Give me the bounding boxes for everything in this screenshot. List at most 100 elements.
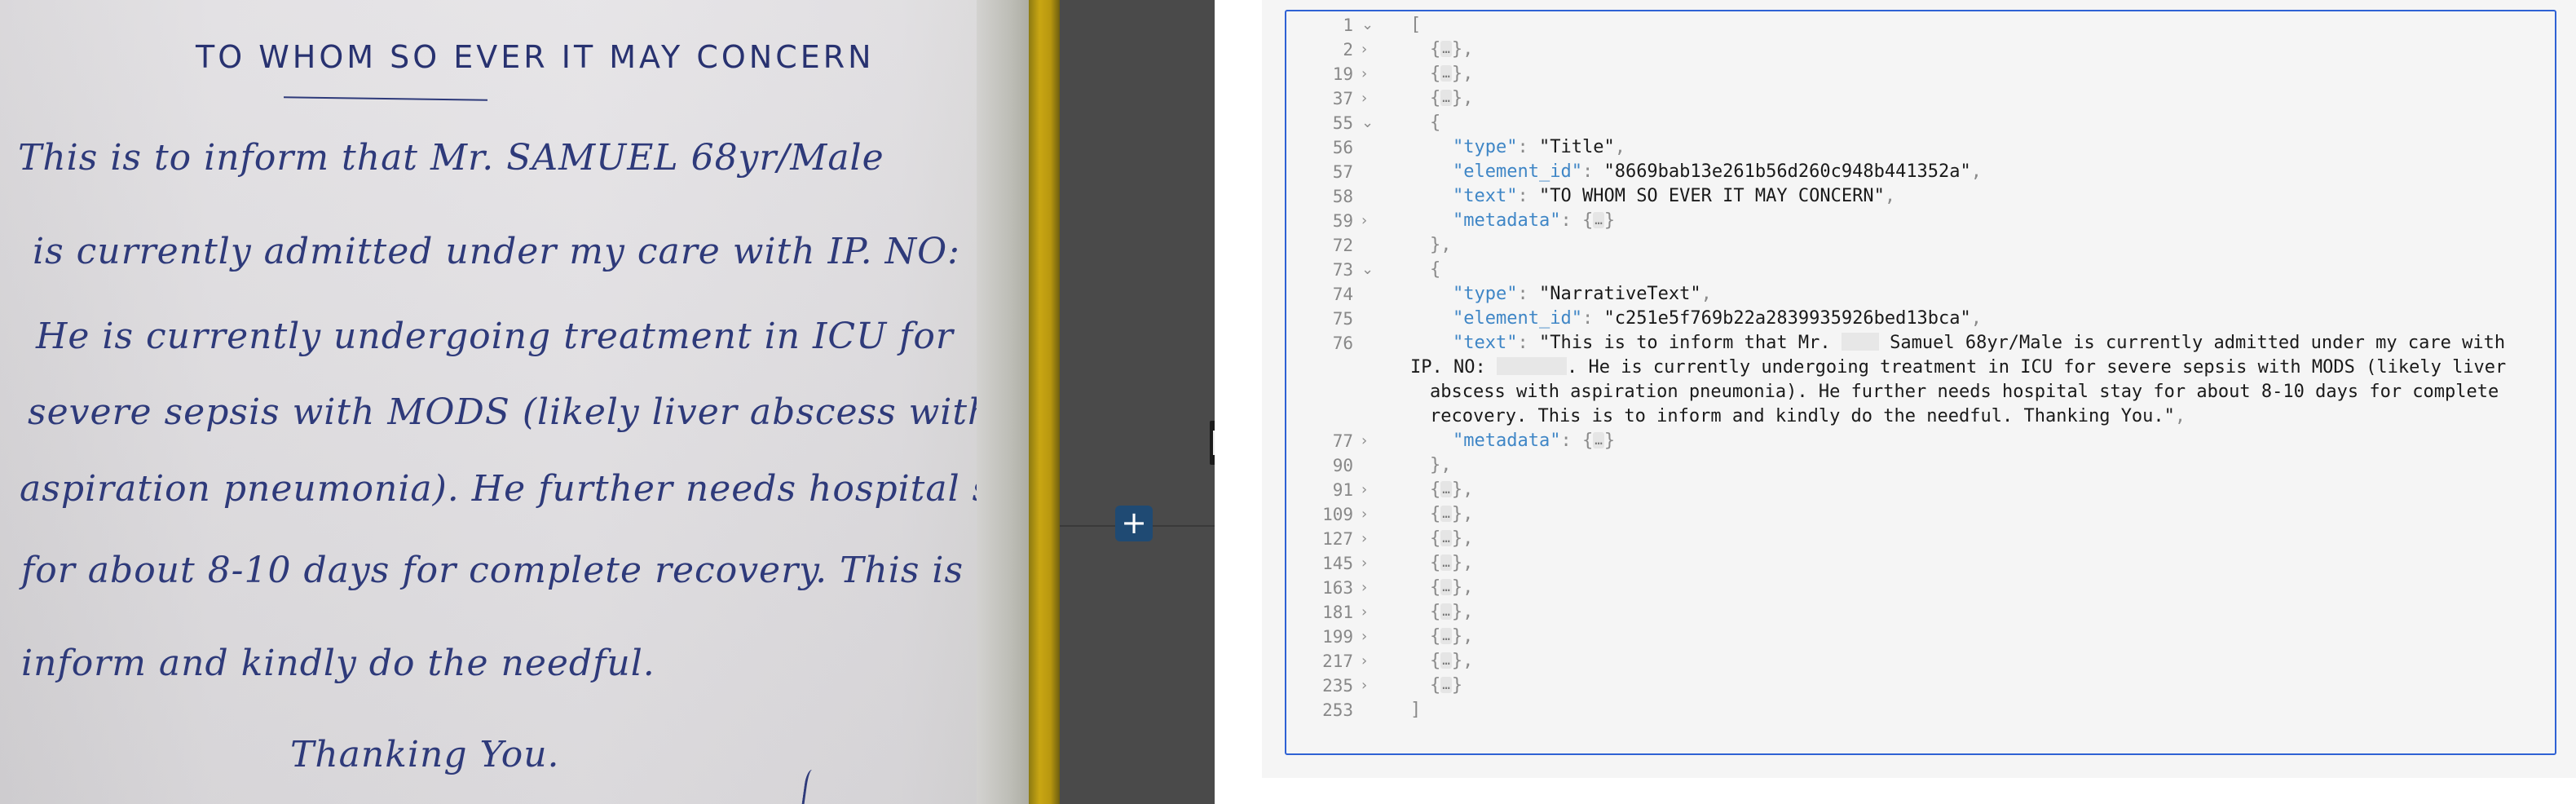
line-number: 1	[1343, 15, 1353, 35]
collapsed-ellipsis[interactable]: …	[1593, 212, 1604, 228]
json-line: 75 "element_id": "c251e5f769b22a28399359…	[1286, 307, 2555, 331]
line-number: 58	[1332, 187, 1353, 206]
json-viewer[interactable]: 1 ⌄ [ 2 › {…}, 19 › {…}, 37 › {…}, 55 ⌄ …	[1285, 10, 2556, 755]
chevron-right-icon[interactable]: ›	[1361, 429, 1378, 453]
json-line: 76 "text": "This is to inform that Mr. S…	[1286, 331, 2555, 356]
narrative-element-id-value: "c251e5f769b22a2839935926bed13bca"	[1603, 308, 1971, 329]
json-wrapped-line: recovery. This is to inform and kindly d…	[1430, 406, 2186, 426]
json-line: 91 › {…},	[1286, 478, 2555, 502]
handwritten-line-7: inform and kindly do the needful.	[21, 643, 655, 684]
collapsed-ellipsis[interactable]: …	[1440, 554, 1452, 571]
collapsed-ellipsis[interactable]: …	[1440, 652, 1452, 669]
collapsed-object[interactable]: {…},	[1430, 600, 1473, 625]
collapsed-object[interactable]: {…},	[1430, 551, 1473, 576]
handwritten-line-3: He is currently undergoing treatment in …	[36, 316, 954, 357]
collapsed-ellipsis[interactable]: …	[1440, 579, 1452, 595]
collapsed-ellipsis[interactable]: …	[1440, 481, 1452, 497]
json-viewer-pane: 1 ⌄ [ 2 › {…}, 19 › {…}, 37 › {…}, 55 ⌄ …	[1215, 0, 2576, 804]
chevron-right-icon[interactable]: ›	[1361, 38, 1378, 62]
collapsed-ellipsis[interactable]: …	[1440, 41, 1452, 57]
collapsed-ellipsis[interactable]: …	[1440, 90, 1452, 106]
line-number: 145	[1322, 554, 1353, 573]
collapsed-object[interactable]: {…},	[1430, 478, 1473, 502]
chevron-down-icon[interactable]: ⌄	[1361, 258, 1378, 282]
line-number: 90	[1332, 456, 1353, 475]
collapsed-ellipsis[interactable]: …	[1440, 506, 1452, 522]
chevron-down-icon[interactable]: ⌄	[1361, 111, 1378, 135]
collapsed-ellipsis[interactable]: …	[1440, 603, 1452, 620]
json-line: 57 "element_id": "8669bab13e261b56d260c9…	[1286, 160, 2555, 184]
json-line: 235 › {…}	[1286, 674, 2555, 698]
chevron-right-icon[interactable]: ›	[1361, 674, 1378, 698]
collapsed-ellipsis[interactable]: …	[1440, 677, 1452, 693]
collapsed-object[interactable]: {…},	[1430, 527, 1473, 551]
canvas-background	[1060, 0, 1215, 804]
json-line: 58 "text": "TO WHOM SO EVER IT MAY CONCE…	[1286, 184, 2555, 209]
narrative-text-value-part: . He is currently undergoing treatment i…	[1566, 357, 2507, 378]
chevron-right-icon[interactable]: ›	[1361, 478, 1378, 502]
json-line: 109 › {…},	[1286, 502, 2555, 527]
json-key: "element_id"	[1453, 161, 1582, 182]
collapsed-ellipsis[interactable]: …	[1593, 432, 1604, 448]
title-type-value: "Title"	[1538, 137, 1615, 157]
line-number: 55	[1332, 113, 1353, 133]
handwritten-line-2: is currently admitted under my care with…	[33, 231, 960, 272]
collapsed-object[interactable]: {…},	[1430, 86, 1473, 111]
chevron-right-icon[interactable]: ›	[1361, 600, 1378, 625]
chevron-right-icon[interactable]: ›	[1361, 209, 1378, 233]
collapsed-object[interactable]: {…},	[1430, 38, 1473, 62]
collapsed-object[interactable]: {…}	[1430, 674, 1462, 698]
chevron-right-icon[interactable]: ›	[1361, 625, 1378, 649]
line-number: 37	[1332, 89, 1353, 108]
document-photo: TO WHOM SO EVER IT MAY CONCERN This is t…	[0, 0, 1060, 804]
line-number: 91	[1332, 480, 1353, 500]
json-key: "type"	[1453, 137, 1518, 157]
line-number: 74	[1332, 285, 1353, 304]
chevron-right-icon[interactable]: ›	[1361, 551, 1378, 576]
handwritten-line-1: This is to inform that Mr. SAMUEL 68yr/M…	[18, 137, 884, 179]
line-number: 199	[1322, 627, 1353, 647]
chevron-right-icon[interactable]: ›	[1361, 62, 1378, 86]
narrative-text-value-part: abscess with aspiration pneumonia). He f…	[1430, 382, 2499, 402]
collapsed-object[interactable]: {…},	[1430, 502, 1473, 527]
redacted-name	[1841, 333, 1879, 351]
line-number: 19	[1332, 64, 1353, 84]
json-line: 55 ⌄ {	[1286, 111, 2555, 135]
narrative-text-value-part: Samuel 68yr/Male is currently admitted u…	[1890, 333, 2506, 353]
title-text-value: "TO WHOM SO EVER IT MAY CONCERN"	[1538, 186, 1885, 206]
json-line: 72 },	[1286, 233, 2555, 258]
line-number: 72	[1332, 236, 1353, 255]
redacted-ip-number	[1496, 357, 1567, 375]
object-close-brace: },	[1430, 235, 1452, 255]
collapsed-object[interactable]: {…},	[1430, 576, 1473, 600]
chevron-right-icon[interactable]: ›	[1361, 649, 1378, 674]
json-line: 1 ⌄ [	[1286, 13, 2555, 38]
collapsed-object[interactable]: {…},	[1430, 62, 1473, 86]
json-line: 253 ]	[1286, 698, 2555, 722]
line-number: 76	[1332, 334, 1353, 353]
line-number: 2	[1343, 40, 1353, 60]
object-open-brace: {	[1430, 113, 1441, 133]
add-button[interactable]: +	[1115, 506, 1153, 541]
line-number: 163	[1322, 578, 1353, 598]
collapsed-ellipsis[interactable]: …	[1440, 65, 1452, 82]
json-line: 19 › {…},	[1286, 62, 2555, 86]
line-number: 56	[1332, 138, 1353, 157]
collapsed-ellipsis[interactable]: …	[1440, 628, 1452, 644]
line-number: 57	[1332, 162, 1353, 182]
chevron-right-icon[interactable]: ›	[1361, 86, 1378, 111]
title-underline	[283, 96, 488, 101]
chevron-right-icon[interactable]: ›	[1361, 527, 1378, 551]
handwritten-line-6: for about 8-10 days for complete recover…	[21, 550, 1014, 591]
collapsed-ellipsis[interactable]: …	[1440, 530, 1452, 546]
narrative-text-value-part: recovery. This is to inform and kindly d…	[1430, 406, 2175, 426]
line-number: 73	[1332, 260, 1353, 280]
json-line: 73 ⌄ {	[1286, 258, 2555, 282]
collapsed-object[interactable]: {…},	[1430, 625, 1473, 649]
chevron-right-icon[interactable]: ›	[1361, 576, 1378, 600]
chevron-right-icon[interactable]: ›	[1361, 502, 1378, 527]
collapsed-object[interactable]: {…},	[1430, 649, 1473, 674]
line-number: 253	[1322, 700, 1353, 720]
chevron-down-icon[interactable]: ⌄	[1361, 13, 1378, 38]
handwritten-line-4: severe sepsis with MODS (likely liver ab…	[28, 391, 992, 433]
